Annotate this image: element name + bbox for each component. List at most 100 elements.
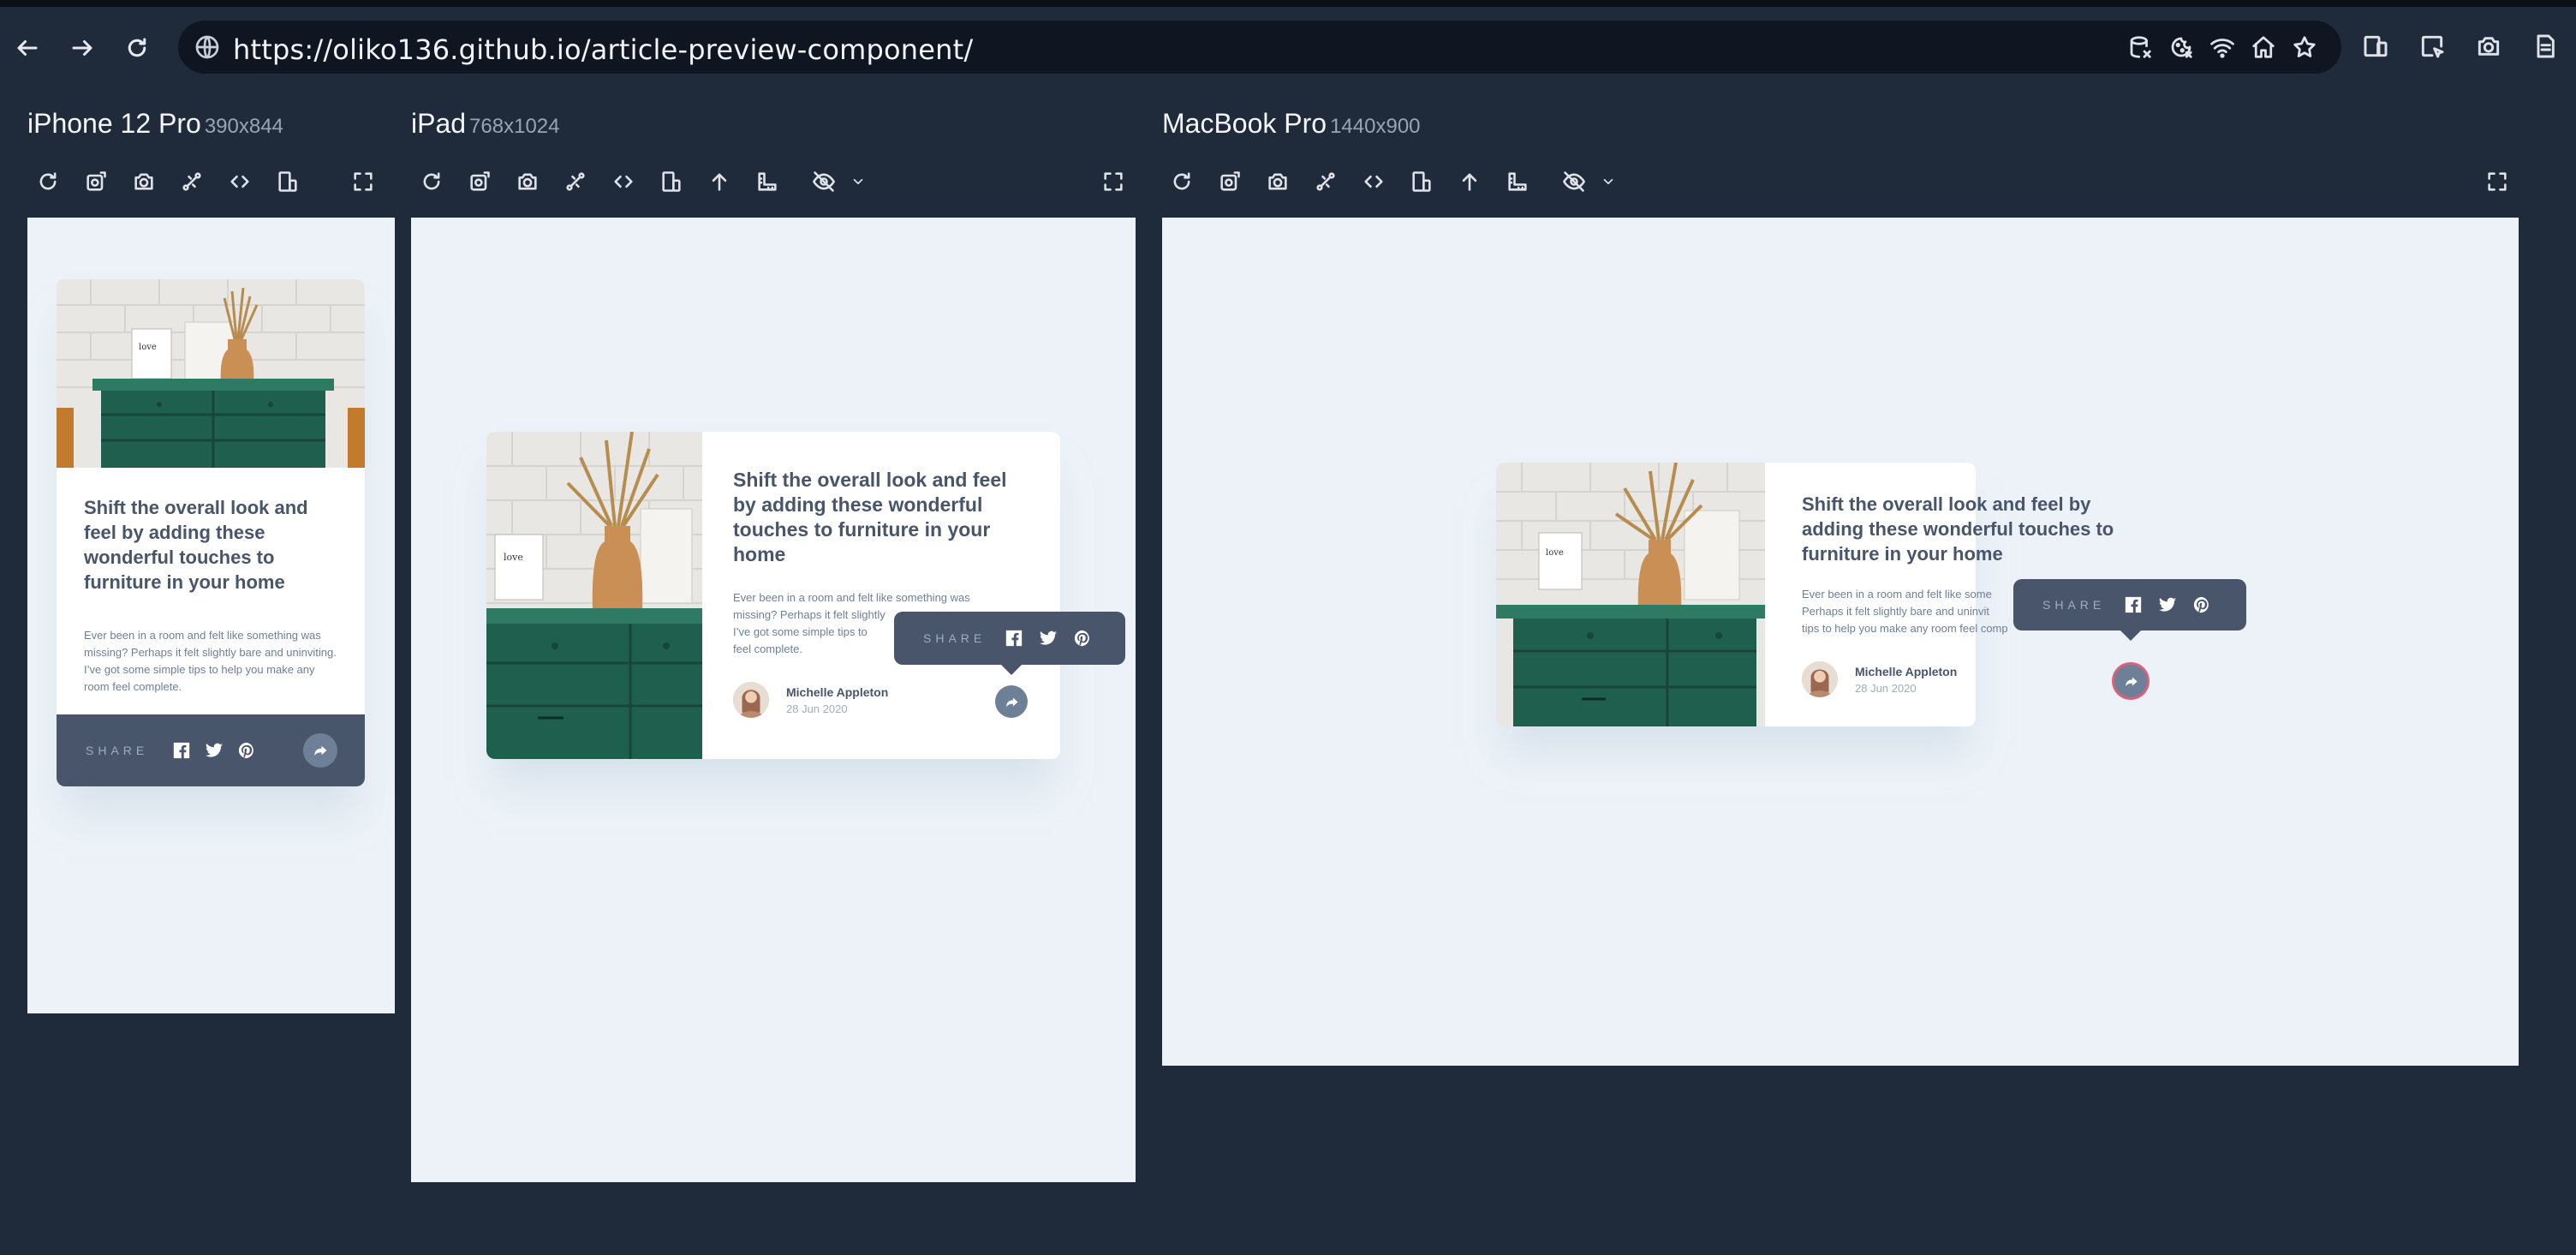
facebook-icon[interactable]	[170, 739, 193, 762]
svg-text:love: love	[139, 343, 157, 352]
database-icon[interactable]	[2126, 33, 2155, 62]
device-dims: 768x1024	[469, 115, 560, 138]
article-card: love Shift the overall look and feel by …	[1496, 463, 2246, 726]
svg-text:love: love	[504, 552, 523, 563]
camera-icon[interactable]	[2470, 27, 2507, 65]
document-icon[interactable]	[2526, 27, 2564, 65]
share-arrow-icon	[314, 745, 327, 756]
scroll-top-icon[interactable]	[695, 163, 743, 200]
fullscreen-icon[interactable]	[2478, 163, 2516, 200]
fullscreen-icon[interactable]	[344, 163, 382, 200]
device-toolbar-ipad	[408, 163, 868, 200]
share-label: SHARE	[86, 744, 149, 757]
code-icon[interactable]	[216, 163, 264, 200]
back-icon	[17, 40, 38, 56]
browser-toolbar: https://oliko136.github.io/article-previ…	[0, 7, 2576, 89]
site-info-icon[interactable]	[194, 33, 221, 61]
reload-button[interactable]	[118, 29, 156, 67]
screenshot-icon[interactable]	[1206, 163, 1254, 200]
star-icon[interactable]	[2290, 33, 2319, 62]
sync-link-icon[interactable]	[168, 163, 216, 200]
facebook-icon[interactable]	[2122, 594, 2144, 616]
scroll-top-icon[interactable]	[1446, 163, 1494, 200]
pinterest-icon[interactable]	[2191, 594, 2213, 616]
share-button[interactable]	[2114, 665, 2147, 697]
twitter-icon[interactable]	[2156, 594, 2179, 616]
author-block: Michelle Appleton 28 Jun 2020	[733, 682, 888, 718]
facebook-icon[interactable]	[1003, 627, 1025, 649]
device-title-iphone: iPhone 12 Pro 390x844	[27, 108, 283, 140]
author-date: 28 Jun 2020	[786, 702, 848, 715]
screenshot-icon[interactable]	[72, 163, 120, 200]
device-name: iPad	[411, 108, 467, 139]
camera-icon[interactable]	[1254, 163, 1302, 200]
pinterest-icon[interactable]	[1071, 627, 1094, 649]
device-title-macbook: MacBook Pro 1440x900	[1162, 108, 1421, 140]
cursor-window-icon[interactable]	[2413, 27, 2451, 65]
sync-link-icon[interactable]	[552, 163, 599, 200]
camera-icon[interactable]	[120, 163, 168, 200]
article-description: Ever been in a room and felt like someth…	[84, 629, 337, 693]
share-popover: SHARE	[894, 612, 1125, 665]
viewport-iphone: love Shift the overall look and feel by …	[27, 218, 395, 1013]
author-name: Michelle Appleton	[1855, 664, 1958, 678]
share-popover: SHARE	[2013, 579, 2246, 630]
article-title: Shift the overall look and feel by addin…	[733, 469, 1007, 565]
screenshot-icon[interactable]	[456, 163, 504, 200]
refresh-icon[interactable]	[1158, 163, 1206, 200]
device-name: iPhone 12 Pro	[27, 108, 201, 139]
sync-link-icon[interactable]	[1302, 163, 1350, 200]
share-arrow-icon	[2125, 677, 2138, 686]
refresh-icon[interactable]	[408, 163, 456, 200]
rotate-device-icon[interactable]	[264, 163, 312, 200]
ruler-icon[interactable]	[743, 163, 791, 200]
hide-eye-icon[interactable]	[800, 163, 848, 200]
code-icon[interactable]	[1350, 163, 1398, 200]
devices-icon[interactable]	[2357, 27, 2394, 65]
refresh-icon[interactable]	[24, 163, 72, 200]
share-button[interactable]	[303, 733, 337, 768]
share-label: SHARE	[923, 631, 987, 645]
device-title-ipad: iPad 768x1024	[411, 108, 559, 140]
home-icon[interactable]	[2249, 33, 2278, 62]
author-block: Michelle Appleton 28 Jun 2020	[1802, 661, 1957, 697]
device-toolbar-iphone	[24, 163, 312, 200]
share-button[interactable]	[995, 685, 1028, 718]
cookie-icon[interactable]	[2167, 33, 2196, 62]
pinterest-icon[interactable]	[236, 739, 258, 762]
fullscreen-icon[interactable]	[1094, 163, 1132, 200]
hide-eye-icon[interactable]	[1550, 163, 1598, 200]
window-top-edge	[0, 0, 2576, 7]
twitter-icon[interactable]	[1037, 627, 1059, 649]
camera-icon[interactable]	[504, 163, 552, 200]
wifi-icon[interactable]	[2208, 33, 2237, 62]
chevron-down-icon[interactable]	[848, 163, 868, 200]
url-text[interactable]: https://oliko136.github.io/article-previ…	[233, 33, 973, 66]
author-name: Michelle Appleton	[786, 684, 889, 699]
forward-icon	[72, 40, 92, 56]
article-card: love Shift the overall look and feel by …	[486, 432, 1125, 759]
device-dims: 390x844	[204, 115, 283, 138]
share-popover-tip	[2120, 630, 2141, 641]
back-button[interactable]	[9, 29, 46, 67]
rotate-device-icon[interactable]	[1398, 163, 1446, 200]
device-toolbar-macbook	[1158, 163, 1619, 200]
article-image: love	[1496, 463, 1765, 726]
share-popover-tip	[1001, 665, 1022, 675]
forward-button[interactable]	[63, 29, 101, 67]
article-title: Shift the overall look and feel by addin…	[84, 497, 308, 593]
device-name: MacBook Pro	[1162, 108, 1327, 139]
chevron-down-icon[interactable]	[1598, 163, 1619, 200]
address-bar[interactable]: https://oliko136.github.io/article-previ…	[178, 21, 2341, 74]
twitter-icon[interactable]	[203, 739, 225, 762]
avatar	[733, 682, 769, 718]
author-date: 28 Jun 2020	[1855, 681, 1917, 695]
rotate-device-icon[interactable]	[647, 163, 695, 200]
ruler-icon[interactable]	[1494, 163, 1541, 200]
share-arrow-icon	[1005, 697, 1018, 707]
svg-text:love: love	[1546, 548, 1564, 558]
article-image: love	[486, 432, 702, 759]
code-icon[interactable]	[599, 163, 647, 200]
viewport-macbook: love Shift the overall look and feel by …	[1162, 218, 2519, 1066]
article-image: love	[57, 279, 365, 468]
